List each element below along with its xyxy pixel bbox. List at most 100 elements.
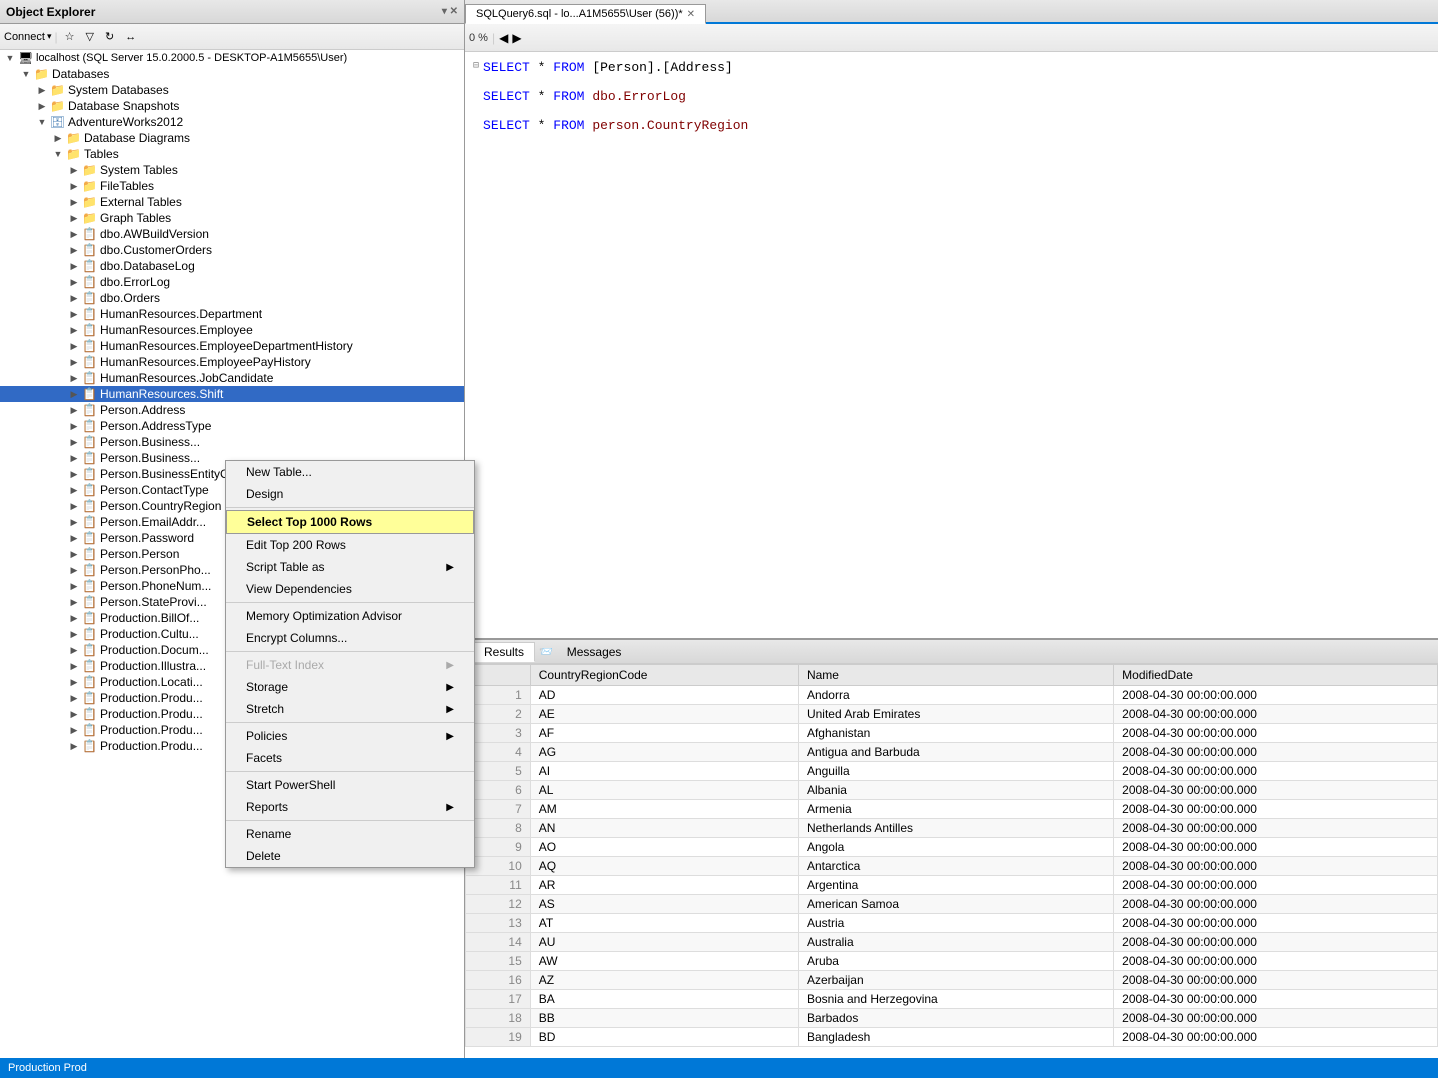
expander-dbo-errorlog[interactable]: ▶ bbox=[66, 277, 82, 288]
expander-person-pnum[interactable]: ▶ bbox=[66, 581, 82, 592]
expander-dbo-customerorders[interactable]: ▶ bbox=[66, 245, 82, 256]
expander-prod-bo[interactable]: ▶ bbox=[66, 613, 82, 624]
panel-pin-controls[interactable]: ▾ ✕ bbox=[442, 6, 458, 17]
tree-node-hr-shift[interactable]: ▶ 📋 HumanResources.Shift bbox=[0, 386, 464, 402]
tree-node-diagrams[interactable]: ▶ 📁 Database Diagrams bbox=[0, 130, 464, 146]
tree-node-adventureworks[interactable]: ▼ 🗄 AdventureWorks2012 bbox=[0, 114, 464, 130]
expander-external-tables[interactable]: ▶ bbox=[66, 197, 82, 208]
sql-query-tab[interactable]: SQLQuery6.sql - lo...A1M5655\User (56))*… bbox=[465, 4, 706, 24]
connect-button[interactable]: Connect ▾ bbox=[4, 31, 52, 43]
expander-system-tables[interactable]: ▶ bbox=[66, 165, 82, 176]
tab-close-button[interactable]: ✕ bbox=[687, 9, 695, 20]
context-reports[interactable]: Reports ▶ bbox=[226, 796, 474, 818]
collapse-button[interactable]: ↔ bbox=[121, 29, 140, 45]
expander-person-sp[interactable]: ▶ bbox=[66, 597, 82, 608]
sql-editor-area[interactable]: ⊟ SELECT * FROM [Person].[Address] ⊟ SEL… bbox=[465, 52, 1438, 638]
tree-node-person-address[interactable]: ▶ 📋 Person.Address bbox=[0, 402, 464, 418]
new-query-button[interactable]: ☆ bbox=[61, 28, 79, 45]
expander-snapshots[interactable]: ▶ bbox=[34, 101, 50, 112]
expander-prod-cult[interactable]: ▶ bbox=[66, 629, 82, 640]
tree-node-dbo-awbuild[interactable]: ▶ 📋 dbo.AWBuildVersion bbox=[0, 226, 464, 242]
context-facets[interactable]: Facets bbox=[226, 747, 474, 769]
tree-node-server[interactable]: ▼ 🖥 localhost (SQL Server 15.0.2000.5 - … bbox=[0, 50, 464, 66]
tree-node-hr-employee[interactable]: ▶ 📋 HumanResources.Employee bbox=[0, 322, 464, 338]
tab-bar: SQLQuery6.sql - lo...A1M5655\User (56))*… bbox=[465, 0, 1438, 24]
expander-person-cr[interactable]: ▶ bbox=[66, 501, 82, 512]
tree-node-tables[interactable]: ▼ 📁 Tables bbox=[0, 146, 464, 162]
expander-dbo-orders[interactable]: ▶ bbox=[66, 293, 82, 304]
refresh-button[interactable]: ↻ bbox=[101, 28, 118, 45]
expander-tables[interactable]: ▼ bbox=[50, 149, 66, 159]
expander-prod-p2[interactable]: ▶ bbox=[66, 709, 82, 720]
expander-person-pphone[interactable]: ▶ bbox=[66, 565, 82, 576]
context-rename[interactable]: Rename bbox=[226, 823, 474, 845]
tree-node-system-dbs[interactable]: ▶ 📁 System Databases bbox=[0, 82, 464, 98]
tree-node-external-tables[interactable]: ▶ 📁 External Tables bbox=[0, 194, 464, 210]
expander-hr-dept[interactable]: ▶ bbox=[66, 309, 82, 320]
expander-server[interactable]: ▼ bbox=[2, 53, 18, 63]
context-edit-top[interactable]: Edit Top 200 Rows bbox=[226, 534, 474, 556]
tree-node-snapshots[interactable]: ▶ 📁 Database Snapshots bbox=[0, 98, 464, 114]
context-new-table[interactable]: New Table... bbox=[226, 461, 474, 483]
expander-adventureworks[interactable]: ▼ bbox=[34, 117, 50, 127]
expander-person-email[interactable]: ▶ bbox=[66, 517, 82, 528]
expander-system-dbs[interactable]: ▶ bbox=[34, 85, 50, 96]
expander-hr-eph[interactable]: ▶ bbox=[66, 357, 82, 368]
results-area[interactable]: CountryRegionCode Name ModifiedDate 1 AD… bbox=[465, 664, 1438, 1058]
tree-node-dbo-databaselog[interactable]: ▶ 📋 dbo.DatabaseLog bbox=[0, 258, 464, 274]
tree-node-hr-empdepthist[interactable]: ▶ 📋 HumanResources.EmployeeDepartmentHis… bbox=[0, 338, 464, 354]
expander-diagrams[interactable]: ▶ bbox=[50, 133, 66, 144]
expander-person-person[interactable]: ▶ bbox=[66, 549, 82, 560]
tree-node-filetables[interactable]: ▶ 📁 FileTables bbox=[0, 178, 464, 194]
expander-prod-p3[interactable]: ▶ bbox=[66, 725, 82, 736]
expander-databases[interactable]: ▼ bbox=[18, 69, 34, 79]
expander-hr-shift[interactable]: ▶ bbox=[66, 389, 82, 400]
expander-person-ct[interactable]: ▶ bbox=[66, 485, 82, 496]
tree-node-person-be[interactable]: ▶ 📋 Person.Business... bbox=[0, 434, 464, 450]
context-encrypt-cols[interactable]: Encrypt Columns... bbox=[226, 627, 474, 649]
expander-prod-ill[interactable]: ▶ bbox=[66, 661, 82, 672]
context-design[interactable]: Design bbox=[226, 483, 474, 505]
expander-graph-tables[interactable]: ▶ bbox=[66, 213, 82, 224]
expander-person-bec[interactable]: ▶ bbox=[66, 469, 82, 480]
expander-dbo-databaselog[interactable]: ▶ bbox=[66, 261, 82, 272]
tree-node-hr-emppayhist[interactable]: ▶ 📋 HumanResources.EmployeePayHistory bbox=[0, 354, 464, 370]
expander-hr-jc[interactable]: ▶ bbox=[66, 373, 82, 384]
tree-node-person-addresstype[interactable]: ▶ 📋 Person.AddressType bbox=[0, 418, 464, 434]
context-view-deps[interactable]: View Dependencies bbox=[226, 578, 474, 600]
context-storage[interactable]: Storage ▶ bbox=[226, 676, 474, 698]
context-start-ps[interactable]: Start PowerShell bbox=[226, 774, 474, 796]
expander-person-be2[interactable]: ▶ bbox=[66, 453, 82, 464]
tree-node-hr-jobcandidate[interactable]: ▶ 📋 HumanResources.JobCandidate bbox=[0, 370, 464, 386]
toolbar-arrow-left[interactable]: ◀ bbox=[499, 31, 508, 45]
results-tab-results[interactable]: Results bbox=[473, 642, 535, 662]
tree-node-databases[interactable]: ▼ 📁 Databases bbox=[0, 66, 464, 82]
context-policies[interactable]: Policies ▶ bbox=[226, 725, 474, 747]
expander-person-addrtype[interactable]: ▶ bbox=[66, 421, 82, 432]
tree-node-system-tables[interactable]: ▶ 📁 System Tables bbox=[0, 162, 464, 178]
expander-hr-edh[interactable]: ▶ bbox=[66, 341, 82, 352]
context-memory-opt[interactable]: Memory Optimization Advisor bbox=[226, 605, 474, 627]
expander-person-be[interactable]: ▶ bbox=[66, 437, 82, 448]
expander-hr-emp[interactable]: ▶ bbox=[66, 325, 82, 336]
expander-prod-p1[interactable]: ▶ bbox=[66, 693, 82, 704]
tree-node-dbo-orders[interactable]: ▶ 📋 dbo.Orders bbox=[0, 290, 464, 306]
expander-filetables[interactable]: ▶ bbox=[66, 181, 82, 192]
tree-node-dbo-customerorders[interactable]: ▶ 📋 dbo.CustomerOrders bbox=[0, 242, 464, 258]
toolbar-arrow-right[interactable]: ▶ bbox=[512, 31, 521, 45]
expander-prod-doc[interactable]: ▶ bbox=[66, 645, 82, 656]
expander-person-addr[interactable]: ▶ bbox=[66, 405, 82, 416]
context-script-table[interactable]: Script Table as ▶ bbox=[226, 556, 474, 578]
filter-button[interactable]: ▽ bbox=[82, 28, 98, 45]
expander-prod-p4[interactable]: ▶ bbox=[66, 741, 82, 752]
context-delete[interactable]: Delete bbox=[226, 845, 474, 867]
context-stretch[interactable]: Stretch ▶ bbox=[226, 698, 474, 720]
context-select-top[interactable]: Select Top 1000 Rows bbox=[226, 510, 474, 534]
expander-dbo-awbuild[interactable]: ▶ bbox=[66, 229, 82, 240]
expander-person-pwd[interactable]: ▶ bbox=[66, 533, 82, 544]
results-tab-messages[interactable]: Messages bbox=[557, 643, 632, 661]
tree-node-dbo-errorlog[interactable]: ▶ 📋 dbo.ErrorLog bbox=[0, 274, 464, 290]
tree-node-hr-department[interactable]: ▶ 📋 HumanResources.Department bbox=[0, 306, 464, 322]
tree-node-graph-tables[interactable]: ▶ 📁 Graph Tables bbox=[0, 210, 464, 226]
expander-prod-loc[interactable]: ▶ bbox=[66, 677, 82, 688]
